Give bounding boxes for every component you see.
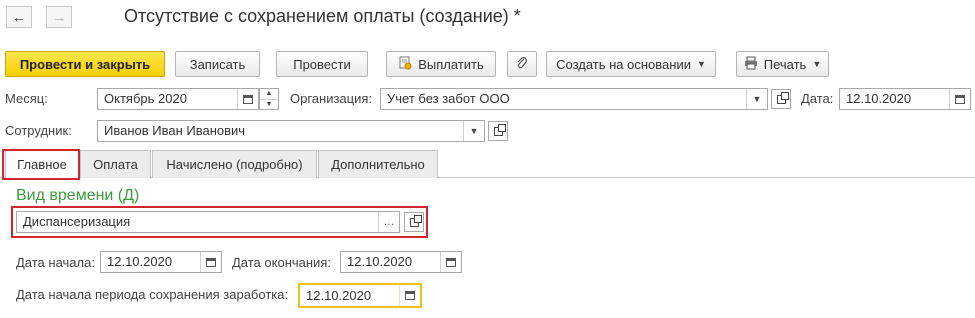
- organization-dropdown-button[interactable]: ▼: [746, 89, 767, 109]
- organization-field[interactable]: Учет без забот ООО ▼: [380, 88, 768, 110]
- save-button[interactable]: Записать: [175, 51, 260, 77]
- calendar-icon: [206, 257, 216, 267]
- calendar-icon: [446, 257, 456, 267]
- organization-open-button[interactable]: [771, 89, 791, 109]
- calendar-icon: [243, 94, 253, 104]
- back-button[interactable]: ←: [6, 6, 32, 28]
- start-date-value: 12.10.2020: [107, 254, 173, 269]
- end-date-calendar-button[interactable]: [440, 252, 461, 272]
- time-type-heading: Вид времени (Д): [16, 187, 140, 204]
- end-date-label: Дата окончания:: [232, 255, 331, 270]
- create-based-on-label: Создать на основании: [556, 56, 691, 72]
- print-label: Печать: [763, 56, 807, 72]
- printer-icon: [744, 56, 758, 73]
- end-date-field[interactable]: 12.10.2020: [340, 251, 462, 273]
- chevron-down-icon: ▼: [469, 126, 479, 136]
- forward-button[interactable]: →: [46, 6, 72, 28]
- paperclip-icon: [515, 56, 529, 73]
- save-label: Записать: [189, 56, 246, 72]
- post-label: Провести: [293, 56, 351, 72]
- month-value: Октябрь 2020: [104, 91, 187, 106]
- start-date-field[interactable]: 12.10.2020: [100, 251, 222, 273]
- organization-value: Учет без забот ООО: [387, 91, 510, 106]
- date-value: 12.10.2020: [846, 91, 912, 106]
- pay-button[interactable]: Выплатить: [386, 51, 496, 77]
- tab-accrued-detailed[interactable]: Начислено (подробно): [152, 150, 317, 178]
- start-date-label: Дата начала:: [16, 255, 95, 270]
- window-title: Отсутствие с сохранением оплаты (создани…: [124, 6, 521, 26]
- pay-label: Выплатить: [418, 56, 484, 72]
- start-date-calendar-button[interactable]: [200, 252, 221, 272]
- end-date-value: 12.10.2020: [347, 254, 413, 269]
- organization-label: Организация:: [290, 91, 373, 106]
- tab-highlight-frame: [2, 149, 80, 180]
- spin-up-icon[interactable]: ▲: [260, 89, 278, 100]
- period-start-value: 12.10.2020: [306, 288, 372, 303]
- print-button[interactable]: Печать ▼: [736, 51, 829, 77]
- month-spinner[interactable]: ▲ ▼: [259, 88, 279, 110]
- tab-additional[interactable]: Дополнительно: [318, 150, 438, 178]
- date-label: Дата:: [801, 91, 834, 106]
- open-form-icon: [776, 91, 789, 104]
- date-field[interactable]: 12.10.2020: [839, 88, 971, 110]
- spin-down-icon[interactable]: ▼: [260, 100, 278, 110]
- month-field[interactable]: Октябрь 2020: [97, 88, 259, 110]
- arrow-right-icon: →: [52, 9, 66, 25]
- tab-additional-label: Дополнительно: [331, 157, 425, 172]
- post-and-close-button[interactable]: Провести и закрыть: [5, 51, 165, 77]
- employee-open-button[interactable]: [488, 121, 508, 141]
- chevron-down-icon: ▼: [752, 94, 762, 104]
- time-type-highlight-frame: [11, 206, 428, 238]
- post-and-close-label: Провести и закрыть: [19, 56, 151, 72]
- post-button[interactable]: Провести: [276, 51, 368, 77]
- period-start-field[interactable]: 12.10.2020: [298, 283, 422, 308]
- calendar-button[interactable]: [237, 89, 258, 109]
- tab-payment-label: Оплата: [93, 157, 138, 172]
- employee-field[interactable]: Иванов Иван Иванович ▼: [97, 120, 485, 142]
- dropdown-caret-icon: ▼: [696, 59, 706, 69]
- employee-value: Иванов Иван Иванович: [104, 123, 246, 138]
- create-based-on-button[interactable]: Создать на основании ▼: [546, 51, 716, 77]
- calendar-icon: [955, 94, 965, 104]
- attach-button[interactable]: [507, 51, 537, 77]
- tab-payment[interactable]: Оплата: [80, 150, 151, 178]
- period-start-label: Дата начала периода сохранения заработка…: [16, 287, 289, 302]
- date-calendar-button[interactable]: [949, 89, 970, 109]
- dropdown-caret-icon: ▼: [812, 59, 822, 69]
- employee-label: Сотрудник:: [5, 123, 72, 138]
- open-form-icon: [493, 123, 506, 136]
- employee-dropdown-button[interactable]: ▼: [463, 121, 484, 141]
- document-pay-icon: [398, 56, 412, 73]
- month-label: Месяц:: [5, 91, 48, 106]
- arrow-left-icon: ←: [12, 9, 26, 25]
- period-start-calendar-button[interactable]: [399, 285, 420, 306]
- tab-accrued-label: Начислено (подробно): [166, 157, 303, 172]
- calendar-icon: [405, 291, 415, 300]
